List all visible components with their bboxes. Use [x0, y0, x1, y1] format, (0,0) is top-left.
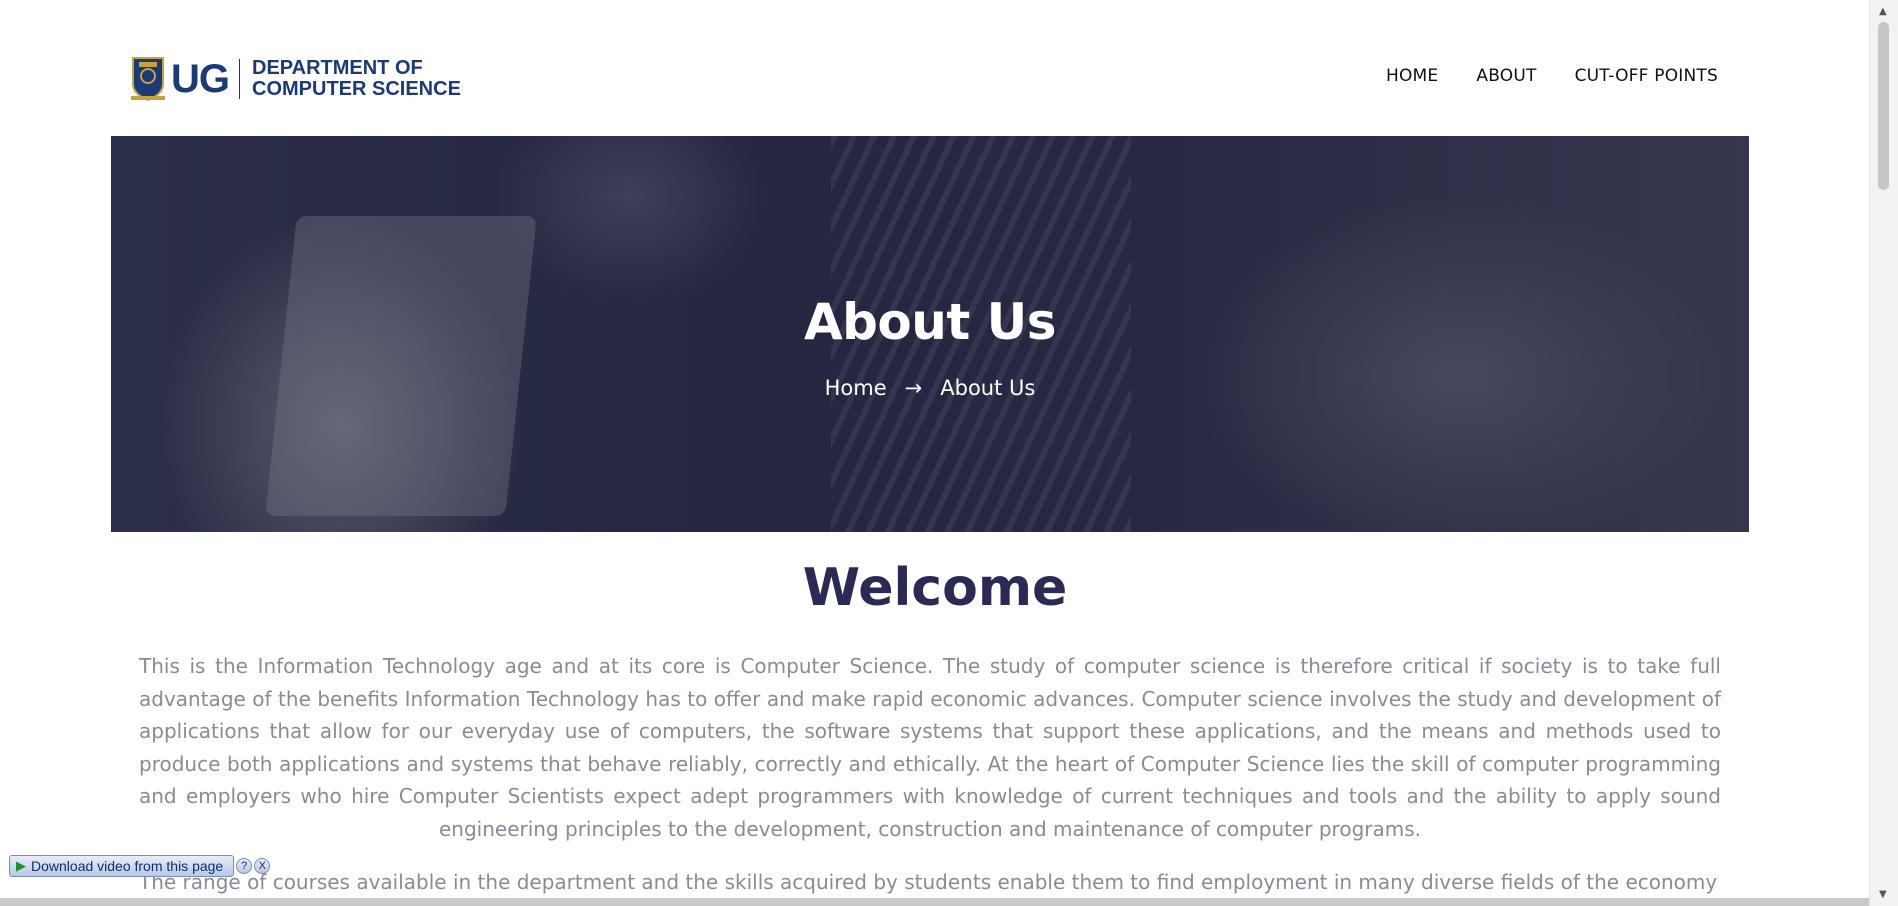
scroll-up-icon[interactable]: ▲	[1879, 6, 1887, 17]
arrow-right-icon: →	[904, 376, 923, 400]
logo-divider	[239, 59, 240, 99]
scroll-down-icon[interactable]: ▼	[1879, 889, 1887, 900]
play-icon: ▶	[16, 858, 26, 873]
page-title: About Us	[803, 293, 1057, 351]
scroll-thumb[interactable]	[1878, 22, 1889, 190]
main-nav: HOME ABOUT CUT-OFF POINTS	[1386, 66, 1718, 86]
breadcrumb: Home → About Us	[111, 376, 1749, 400]
logo-line-2: COMPUTER SCIENCE	[252, 78, 461, 100]
hero-banner: About Us Home → About Us	[111, 136, 1749, 532]
close-icon[interactable]: X	[254, 858, 271, 874]
nav-home-link[interactable]: HOME	[1386, 66, 1438, 86]
download-video-label: Download video from this page	[31, 858, 224, 874]
logo-line-1: DEPARTMENT OF	[252, 57, 423, 79]
logo-mark: UG	[171, 57, 230, 101]
nav-cutoff-points-link[interactable]: CUT-OFF POINTS	[1575, 66, 1718, 86]
site-logo[interactable]: UG DEPARTMENT OF COMPUTER SCIENCE	[131, 54, 461, 104]
breadcrumb-current: About Us	[940, 376, 1036, 400]
welcome-heading: Welcome	[802, 558, 1068, 618]
logo-text: DEPARTMENT OF COMPUTER SCIENCE	[252, 58, 461, 100]
vertical-scrollbar[interactable]: ▲ ▼	[1869, 0, 1898, 906]
breadcrumb-home-link[interactable]: Home	[825, 376, 887, 400]
site-header: UG DEPARTMENT OF COMPUTER SCIENCE HOME A…	[0, 0, 1870, 136]
crest-icon	[131, 57, 165, 102]
second-paragraph: The range of courses available in the de…	[139, 870, 1718, 894]
help-icon[interactable]: ?	[236, 858, 253, 874]
window-bottom-edge	[0, 898, 1870, 906]
download-video-button[interactable]: ▶ Download video from this page	[9, 855, 235, 877]
download-video-widget: ▶ Download video from this page ? X	[9, 855, 271, 877]
nav-about-link[interactable]: ABOUT	[1476, 66, 1536, 86]
intro-paragraph: This is the Information Technology age a…	[139, 654, 1721, 841]
